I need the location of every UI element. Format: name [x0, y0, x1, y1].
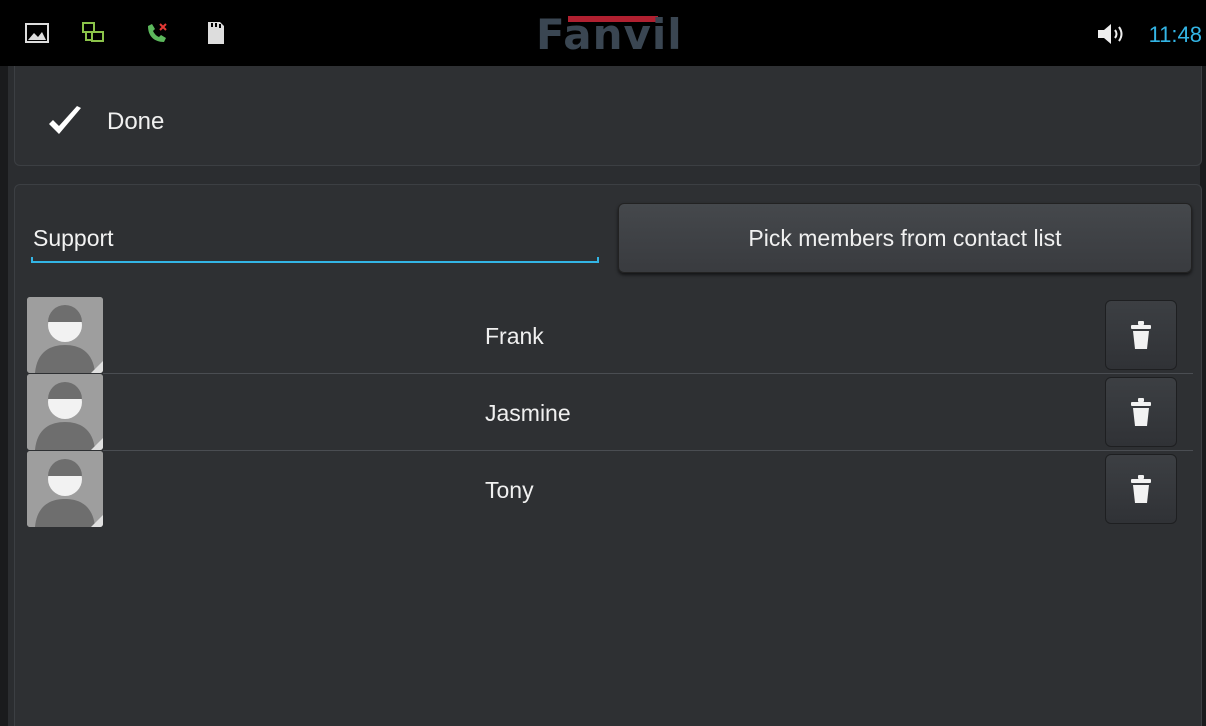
member-name: Jasmine — [485, 400, 571, 426]
frame-left — [0, 66, 8, 726]
trash-icon — [1131, 321, 1151, 349]
checkmark-icon — [49, 106, 81, 134]
avatar — [27, 297, 103, 373]
member-row: Frank — [15, 297, 1195, 374]
trash-icon — [1131, 398, 1151, 426]
volume-icon — [1098, 24, 1123, 44]
status-bar: Fanvil 11:48 — [0, 0, 1206, 66]
delete-member-button[interactable] — [1105, 300, 1177, 370]
group-name-field[interactable]: Support — [31, 213, 601, 263]
group-name-value: Support — [33, 225, 114, 251]
network-icon — [82, 22, 104, 42]
brand-logo: Fanvil — [536, 10, 683, 59]
member-name: Frank — [485, 323, 544, 349]
default-contact-icon — [27, 451, 103, 527]
field-underline-tick-left — [31, 257, 33, 263]
pick-members-button[interactable]: Pick members from contact list — [618, 203, 1192, 273]
field-underline — [31, 261, 599, 263]
trash-icon — [1131, 475, 1151, 503]
member-name: Tony — [485, 477, 534, 503]
sd-card-icon — [208, 22, 224, 44]
default-contact-icon — [27, 374, 103, 450]
done-button[interactable]: Done — [45, 102, 164, 142]
avatar — [27, 374, 103, 450]
action-bar: Done — [14, 66, 1202, 166]
member-row: Jasmine — [15, 373, 1195, 451]
done-label: Done — [107, 108, 165, 135]
missed-call-icon — [148, 23, 167, 42]
member-row: Tony — [15, 450, 1195, 528]
delete-member-button[interactable] — [1105, 454, 1177, 524]
clock: 11:48 — [1148, 22, 1202, 47]
image-icon — [25, 23, 49, 43]
group-editor-panel: Support Pick members from contact list F… — [14, 184, 1202, 726]
field-underline-tick-right — [597, 257, 599, 263]
default-contact-icon — [27, 297, 103, 373]
delete-member-button[interactable] — [1105, 377, 1177, 447]
avatar — [27, 451, 103, 527]
member-list: Frank Jasmine Tony — [15, 297, 1203, 528]
